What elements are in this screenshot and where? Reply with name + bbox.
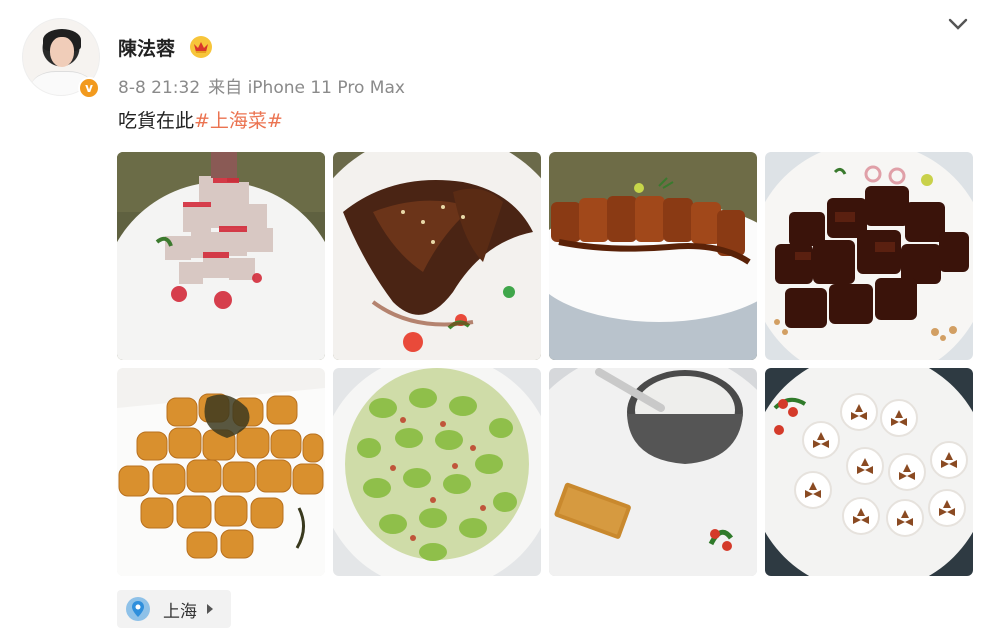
hashtag-link[interactable]: #上海菜# <box>194 110 283 132</box>
location-pin-icon <box>126 597 150 621</box>
post-text-body: 吃貨在此 <box>118 110 195 132</box>
verified-badge-icon: v <box>78 77 100 99</box>
post-text: 吃貨在此#上海菜# <box>118 106 283 133</box>
post-source: 来自 iPhone 11 Pro Max <box>208 78 405 98</box>
crown-icon[interactable] <box>190 36 212 58</box>
photo-fried-tofu[interactable] <box>117 368 325 576</box>
photo-roast-duck[interactable] <box>549 152 757 360</box>
post-meta: 8-8 21:32 来自 iPhone 11 Pro Max <box>118 73 405 98</box>
photo-flower-rolls[interactable] <box>765 368 973 576</box>
photo-fava-beans[interactable] <box>333 368 541 576</box>
photo-soup-bowl[interactable] <box>549 368 757 576</box>
post-time[interactable]: 8-8 21:32 <box>118 78 200 98</box>
photo-braised-fish[interactable] <box>333 152 541 360</box>
caret-right-icon <box>207 604 213 614</box>
photo-tofu-tower[interactable] <box>117 152 325 360</box>
author-name[interactable]: 陳法蓉 <box>118 34 175 61</box>
location-label: 上海 <box>163 601 197 622</box>
photo-braised-meat[interactable] <box>765 152 973 360</box>
photo-grid <box>117 152 973 577</box>
location-tag[interactable]: 上海 <box>117 590 231 628</box>
chevron-down-icon[interactable] <box>946 16 970 32</box>
